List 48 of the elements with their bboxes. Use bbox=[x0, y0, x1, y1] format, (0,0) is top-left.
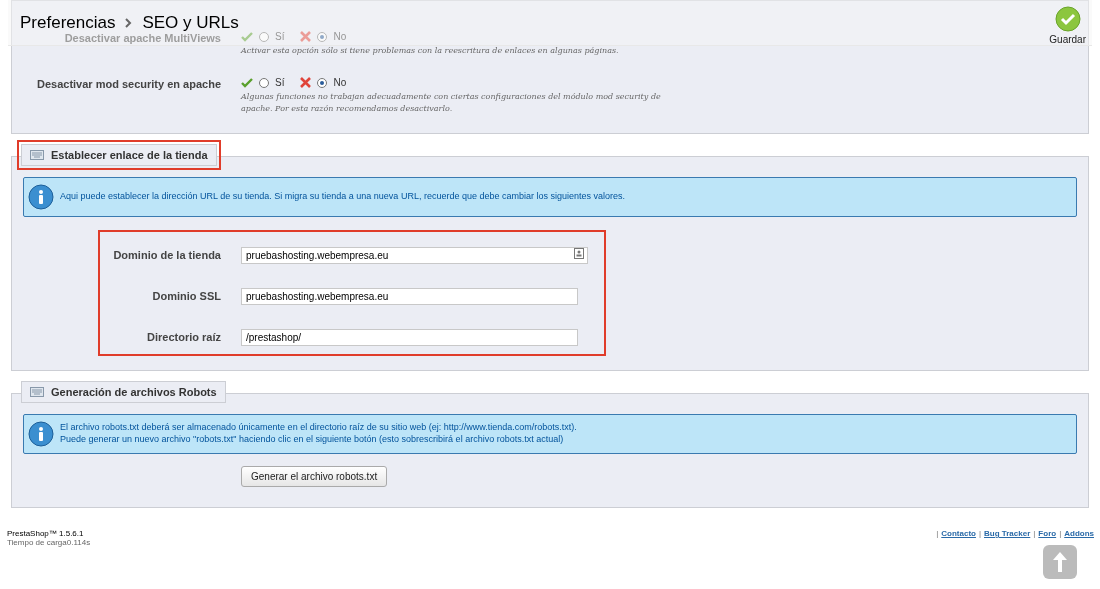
breadcrumb-item[interactable]: Preferencias bbox=[20, 12, 116, 33]
footer-link[interactable]: Bug Tracker bbox=[984, 529, 1031, 538]
radio-label: Sí bbox=[275, 31, 285, 42]
contact-card-icon[interactable] bbox=[574, 248, 584, 259]
radio-label: No bbox=[333, 77, 347, 88]
arrow-up-icon bbox=[1052, 551, 1068, 573]
radio-button[interactable] bbox=[259, 77, 269, 88]
field-label: Dominio SSL bbox=[151, 289, 221, 302]
help-text: Activar esta opción sólo si tiene problemas con la reescritura de enlaces en algunas páginas. bbox=[241, 45, 619, 57]
radio-button[interactable] bbox=[317, 31, 328, 42]
keyboard-icon bbox=[30, 150, 44, 160]
separator-text: | bbox=[936, 529, 939, 538]
help-text: Algunas funciones no trabajan adecuadamente con ciertas configuraciones del módulo mod security de apache. Por esta razón recomendamos desactivarlo. bbox=[241, 91, 662, 115]
radio-button[interactable] bbox=[259, 31, 269, 42]
generate-button[interactable]: Generar el archivo robots.txt bbox=[241, 466, 388, 487]
text-field[interactable]: pruebashosting.webempresa.eu bbox=[241, 288, 578, 305]
separator-text: | bbox=[1033, 529, 1036, 538]
version-text: PrestaShop™ 1.5.6.1 bbox=[7, 529, 85, 538]
separator-text: | bbox=[978, 529, 982, 538]
load-time-text: Tiempo de carga0.114s bbox=[7, 538, 91, 547]
option-label: Desactivar mod security en apache bbox=[35, 78, 221, 90]
info-icon bbox=[28, 184, 54, 210]
info-text: Aqui puede establecer la dirección URL de su tienda. Si migra su tienda a una nueva URL, recuerde que debe cambiar los siguientes valores. bbox=[60, 191, 625, 203]
text-field[interactable]: pruebashosting.webempresa.eu bbox=[241, 247, 588, 264]
checkmark-icon bbox=[1054, 6, 1081, 32]
cross-icon bbox=[300, 31, 312, 42]
footer-link[interactable]: Addons bbox=[1064, 529, 1094, 538]
field-label: Dominio de la tienda bbox=[112, 248, 221, 261]
info-icon bbox=[28, 421, 54, 447]
radio-label: Sí bbox=[275, 77, 285, 88]
check-icon bbox=[241, 77, 253, 88]
keyboard-icon bbox=[30, 387, 44, 397]
breadcrumb-item: SEO y URLs bbox=[142, 12, 239, 33]
chevron-icon bbox=[125, 17, 133, 28]
footer-link[interactable]: Contacto bbox=[941, 529, 976, 538]
separator-text: | bbox=[1059, 529, 1062, 538]
radio-button[interactable] bbox=[317, 77, 328, 88]
radio-label: No bbox=[333, 31, 347, 42]
section-title: Establecer enlace de la tienda bbox=[51, 149, 208, 161]
save-button[interactable]: Guardar bbox=[1049, 6, 1086, 45]
check-icon bbox=[241, 31, 253, 42]
text-field[interactable]: /prestashop/ bbox=[241, 329, 578, 346]
cross-icon bbox=[300, 77, 312, 88]
field-label: Directorio raíz bbox=[146, 330, 221, 343]
option-label: Desactivar apache MultiViews bbox=[63, 32, 221, 44]
section-title: Generación de archivos Robots bbox=[51, 386, 217, 398]
info-text: El archivo robots.txt deberá ser almacenado únicamente en el directorio raíz de su sitio web (ej: http://www.tienda.com/robots.txt). Puede generar un nuevo archivo "robots.txt" haciendo clic en el siguiente botón (esto sobrescribirá el archivo robots.txt actual) bbox=[60, 422, 577, 446]
footer-link[interactable]: Foro bbox=[1038, 529, 1057, 538]
